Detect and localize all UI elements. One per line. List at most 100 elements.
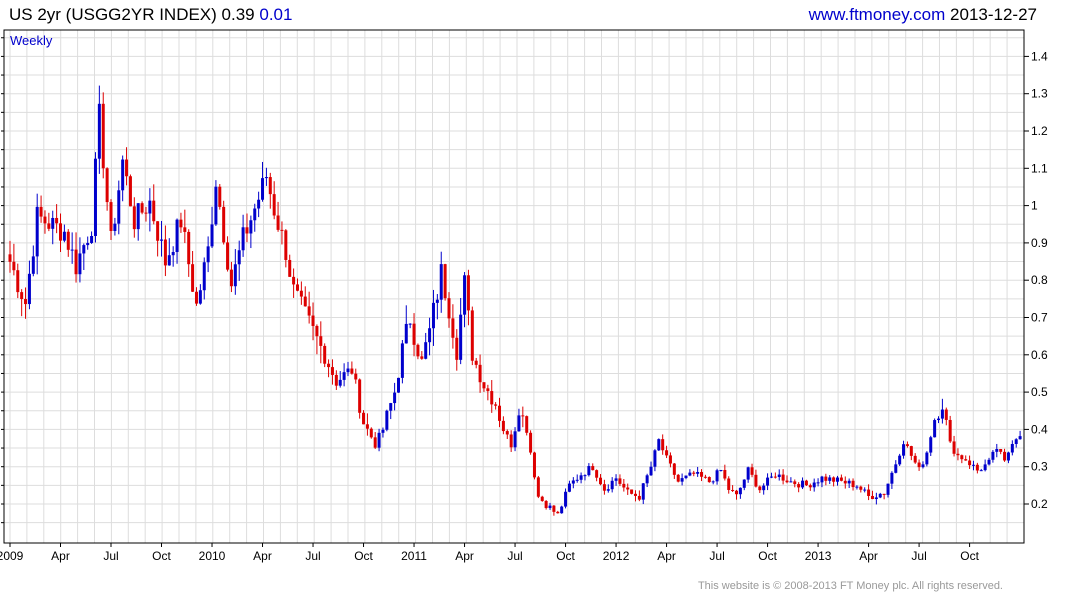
candle-body xyxy=(987,459,991,465)
candle-body xyxy=(944,409,948,420)
candle-body xyxy=(847,480,851,484)
candle-body xyxy=(886,483,890,495)
candle-body xyxy=(490,391,494,405)
candle-body xyxy=(412,323,416,345)
y-tick-label: 0.3 xyxy=(1031,460,1048,474)
candle-body xyxy=(194,291,198,304)
x-tick-label: Apr xyxy=(657,549,676,563)
candle-body xyxy=(498,405,502,421)
candle-body xyxy=(575,479,579,481)
candle-body xyxy=(229,269,233,287)
candle-body xyxy=(12,261,16,271)
candle-body xyxy=(354,373,358,380)
candle-body xyxy=(707,477,711,483)
y-tick-label: 1.4 xyxy=(1031,49,1048,63)
candle-body xyxy=(731,489,735,491)
candle-body xyxy=(132,206,136,230)
candle-body xyxy=(820,476,824,483)
candle-body xyxy=(431,302,435,329)
candle-body xyxy=(90,235,94,243)
candle-body xyxy=(952,441,956,454)
candle-body xyxy=(754,474,758,487)
x-tick-label: Oct xyxy=(556,549,575,563)
candle-body xyxy=(16,270,20,293)
candle-body xyxy=(750,467,754,475)
candle-body xyxy=(55,217,59,224)
candle-body xyxy=(237,250,241,265)
candle-body xyxy=(956,453,960,456)
candle-body xyxy=(249,220,253,234)
candle-body xyxy=(983,464,987,471)
candle-body xyxy=(175,219,179,253)
candle-body xyxy=(595,470,599,478)
candle-body xyxy=(762,485,766,491)
candle-body xyxy=(400,343,404,378)
x-tick-label: Jul xyxy=(305,549,320,563)
candle-body xyxy=(241,227,245,251)
candle-body xyxy=(610,480,614,490)
candle-body xyxy=(882,493,886,495)
candle-body xyxy=(626,487,630,490)
candle-body xyxy=(525,416,529,433)
candle-body xyxy=(187,231,191,265)
candle-body xyxy=(389,403,393,411)
candle-body xyxy=(622,483,626,488)
candle-body xyxy=(315,325,319,337)
candle-body xyxy=(513,431,517,448)
candle-body xyxy=(804,480,808,486)
x-tick-label: Oct xyxy=(354,549,373,563)
candle-body xyxy=(960,455,964,460)
candle-body xyxy=(264,177,268,179)
candle-body xyxy=(82,245,86,254)
candle-body xyxy=(381,429,385,433)
candle-body xyxy=(777,474,781,477)
candle-body xyxy=(338,379,342,386)
candle-body xyxy=(540,496,544,501)
candle-body xyxy=(101,103,105,169)
candle-body xyxy=(940,409,944,419)
candle-body xyxy=(447,298,451,319)
candle-body xyxy=(766,477,770,486)
candle-body xyxy=(424,342,428,359)
candle-body xyxy=(39,206,43,217)
candle-body xyxy=(921,464,925,468)
candle-body xyxy=(785,480,789,483)
candle-body xyxy=(637,495,641,500)
candle-body xyxy=(198,290,202,304)
candle-body xyxy=(245,227,249,234)
candle-body xyxy=(261,178,265,200)
candle-body xyxy=(614,478,618,481)
candle-body xyxy=(529,432,533,453)
candle-body xyxy=(602,484,606,491)
candle-body xyxy=(688,472,692,476)
candle-body xyxy=(222,206,226,243)
candle-body xyxy=(311,315,315,326)
candle-body xyxy=(630,489,634,494)
candle-body xyxy=(466,275,470,311)
candle-body xyxy=(62,231,66,241)
candle-body xyxy=(867,489,871,496)
x-tick-label: Apr xyxy=(253,549,272,563)
x-tick-label: Apr xyxy=(455,549,474,563)
candle-body xyxy=(925,452,929,465)
candle-body xyxy=(66,231,70,250)
x-tick-label: Jul xyxy=(709,549,724,563)
candle-body xyxy=(439,264,443,300)
candle-body xyxy=(202,262,206,291)
x-tick-label: 2013 xyxy=(805,549,832,563)
candle-body xyxy=(801,480,805,488)
x-tick-label: Oct xyxy=(960,549,979,563)
candle-body xyxy=(618,478,622,484)
candle-body xyxy=(1014,439,1018,444)
candle-body xyxy=(319,336,323,346)
candle-body xyxy=(816,482,820,484)
candle-body xyxy=(859,486,863,490)
candle-body xyxy=(214,186,218,225)
candle-body xyxy=(742,479,746,488)
candle-body xyxy=(125,159,129,177)
candle-body xyxy=(272,194,276,216)
candle-body xyxy=(902,444,906,456)
y-tick-label: 0.7 xyxy=(1031,311,1048,325)
candle-body xyxy=(1003,451,1007,461)
candle-body xyxy=(257,199,261,209)
